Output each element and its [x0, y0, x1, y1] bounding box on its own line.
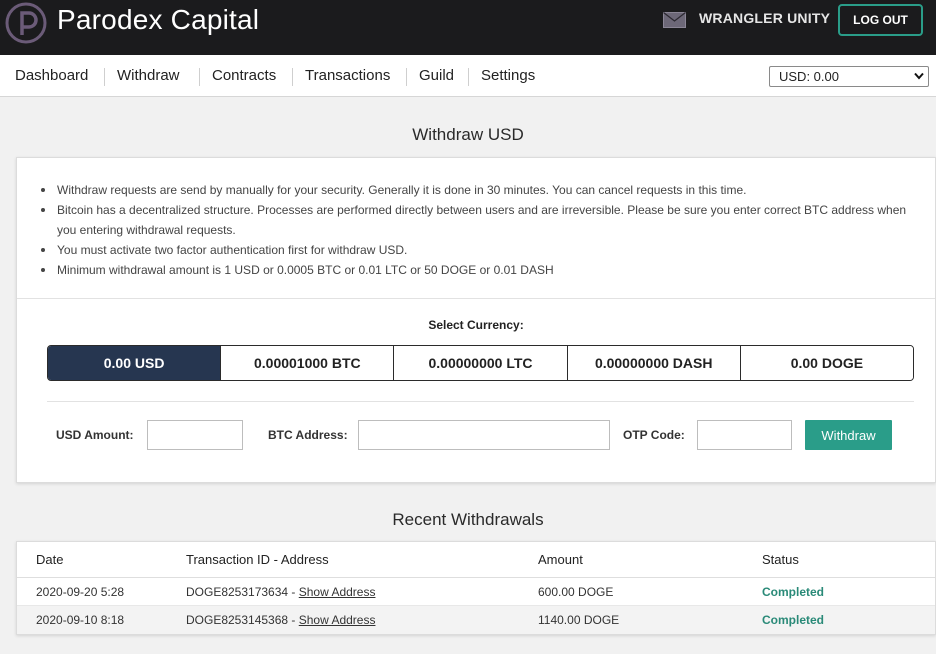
note-item: Bitcoin has a decentralized structure. P…: [37, 200, 917, 240]
divider: [47, 401, 914, 402]
row-date: 2020-09-10 8:18: [36, 613, 125, 627]
table-row: 2020-09-10 8:18 DOGE8253145368 - Show Ad…: [17, 606, 935, 634]
transaction-id: DOGE8253145368 -: [186, 613, 299, 627]
divider: [17, 298, 935, 299]
currency-tab-usd[interactable]: 0.00 USD: [48, 346, 221, 380]
recent-withdrawals-table: Date Transaction ID - Address Amount Sta…: [16, 541, 936, 635]
chevron-down-icon: [914, 72, 924, 80]
select-currency-label: Select Currency:: [428, 318, 524, 332]
username-label[interactable]: WRANGLER UNITY: [699, 10, 830, 26]
show-address-link[interactable]: Show Address: [299, 585, 376, 599]
table-row: 2020-09-20 5:28 DOGE8253173634 - Show Ad…: [17, 578, 935, 606]
withdraw-title: Withdraw USD: [412, 125, 524, 144]
nav-item-withdraw[interactable]: Withdraw: [117, 67, 180, 84]
currency-tab-btc[interactable]: 0.00001000 BTC: [220, 346, 394, 380]
main-nav: Dashboard Withdraw Contracts Transaction…: [0, 55, 936, 97]
envelope-icon[interactable]: [663, 12, 686, 28]
nav-divider: [104, 68, 105, 86]
otp-code-input[interactable]: [697, 420, 792, 450]
withdraw-card: Withdraw requests are send by manually f…: [16, 157, 936, 483]
currency-select-value: USD: 0.00: [779, 69, 839, 84]
note-item: You must activate two factor authenticat…: [37, 240, 917, 260]
withdraw-button[interactable]: Withdraw: [805, 420, 892, 450]
nav-item-settings[interactable]: Settings: [481, 67, 535, 84]
usd-amount-input[interactable]: [147, 420, 243, 450]
table-header: Date Transaction ID - Address Amount Sta…: [17, 542, 935, 578]
currency-tab-doge[interactable]: 0.00 DOGE: [739, 346, 913, 380]
note-item: Minimum withdrawal amount is 1 USD or 0.…: [37, 260, 917, 280]
nav-divider: [468, 68, 469, 86]
status-badge: Completed: [762, 585, 825, 599]
nav-item-transactions[interactable]: Transactions: [305, 67, 390, 84]
nav-item-contracts[interactable]: Contracts: [212, 67, 276, 84]
row-transaction: DOGE8253145368 - Show Address: [186, 613, 375, 627]
currency-tab-ltc[interactable]: 0.00000000 LTC: [393, 346, 567, 380]
nav-divider: [292, 68, 293, 86]
currency-tab-group: 0.00 USD 0.00001000 BTC 0.00000000 LTC 0…: [47, 345, 914, 381]
column-header-status: Status: [762, 552, 799, 567]
row-date: 2020-09-20 5:28: [36, 585, 125, 599]
nav-divider: [199, 68, 200, 86]
column-header-amount: Amount: [538, 552, 583, 567]
nav-item-dashboard[interactable]: Dashboard: [15, 67, 88, 84]
brand-name[interactable]: Parodex Capital: [57, 4, 259, 36]
row-amount: 1140.00 DOGE: [538, 613, 620, 627]
nav-item-guild[interactable]: Guild: [419, 67, 454, 84]
show-address-link[interactable]: Show Address: [299, 613, 376, 627]
top-header: Parodex Capital WRANGLER UNITY LOG OUT: [0, 0, 936, 55]
column-header-transaction: Transaction ID - Address: [186, 552, 329, 567]
parodex-logo-icon[interactable]: [4, 1, 48, 45]
note-item: Withdraw requests are send by manually f…: [37, 180, 917, 200]
logout-button[interactable]: LOG OUT: [838, 4, 923, 36]
currency-select[interactable]: USD: 0.00: [769, 66, 929, 87]
otp-code-label: OTP Code:: [623, 428, 685, 442]
btc-address-label: BTC Address:: [268, 428, 348, 442]
currency-tab-dash[interactable]: 0.00000000 DASH: [566, 346, 740, 380]
row-transaction: DOGE8253173634 - Show Address: [186, 585, 375, 599]
recent-withdrawals-title: Recent Withdrawals: [392, 510, 544, 529]
row-amount: 600.00 DOGE: [538, 585, 614, 599]
status-badge: Completed: [762, 613, 825, 627]
nav-divider: [406, 68, 407, 86]
btc-address-input[interactable]: [358, 420, 610, 450]
usd-amount-label: USD Amount:: [56, 428, 134, 442]
withdraw-notes: Withdraw requests are send by manually f…: [37, 180, 917, 280]
column-header-date: Date: [36, 552, 64, 567]
transaction-id: DOGE8253173634 -: [186, 585, 299, 599]
